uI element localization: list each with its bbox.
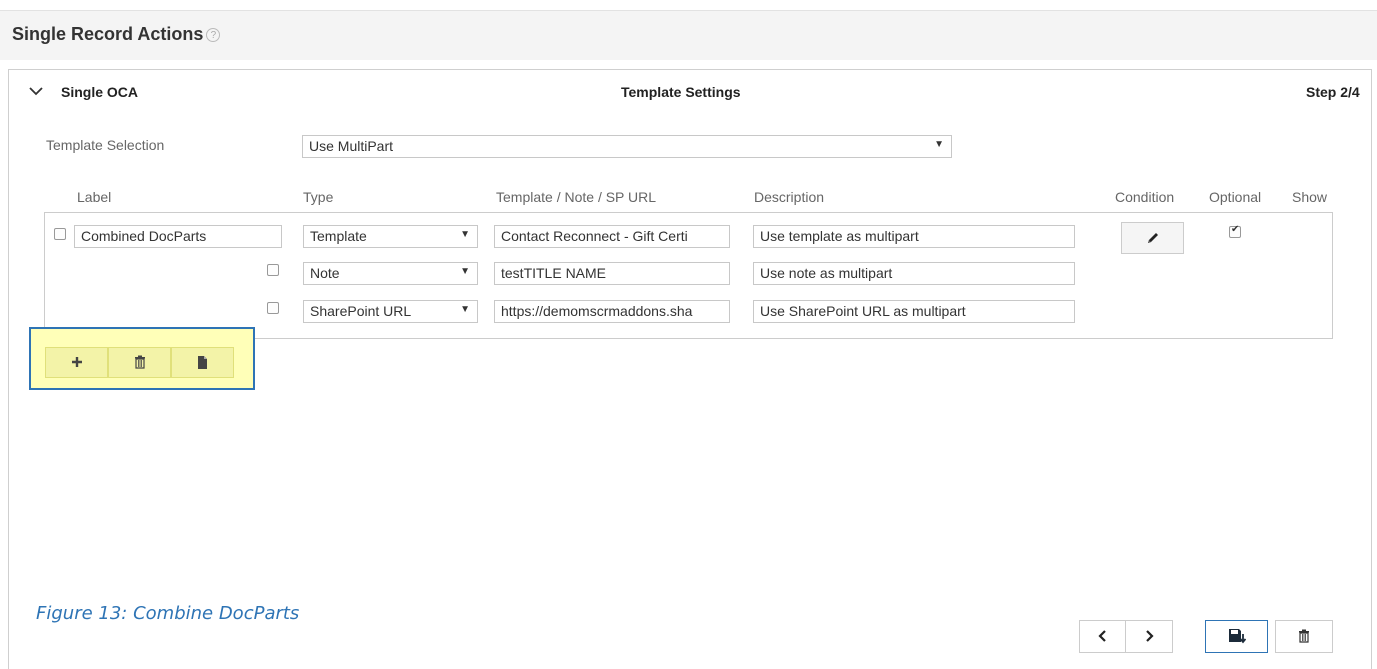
type-select[interactable]: Note ▼ — [303, 262, 478, 285]
template-selection-value: Use MultiPart — [309, 138, 394, 154]
chevron-down-icon[interactable] — [29, 83, 43, 99]
trash-icon — [1299, 629, 1309, 643]
save-icon — [1228, 629, 1246, 644]
template-selection-select[interactable]: Use MultiPart ▼ — [302, 135, 952, 158]
dropdown-arrow-icon: ▼ — [460, 266, 470, 277]
next-button[interactable] — [1126, 620, 1173, 653]
chevron-right-icon — [1145, 630, 1154, 642]
template-selection-label: Template Selection — [46, 137, 165, 153]
col-condition: Condition — [1115, 189, 1175, 205]
description-input[interactable]: Use template as multipart — [753, 225, 1075, 248]
delete-action-button[interactable] — [1275, 620, 1333, 653]
section-label: Single OCA — [61, 84, 139, 100]
docparts-group: Combined DocParts Template ▼ Note ▼ ShareP… — [44, 212, 1333, 339]
type-value: Note — [310, 265, 340, 281]
dropdown-arrow-icon: ▼ — [460, 304, 470, 315]
add-button[interactable] — [45, 347, 108, 378]
help-icon[interactable]: ? — [206, 28, 221, 42]
plus-icon — [71, 357, 82, 367]
row-checkbox[interactable] — [267, 264, 279, 276]
type-value: SharePoint URL — [310, 303, 412, 319]
type-select[interactable]: Template ▼ — [303, 225, 478, 248]
edit-condition-button[interactable] — [1121, 222, 1184, 254]
url-input[interactable]: https://demomscrmaddons.sha — [494, 300, 730, 323]
highlighted-toolbar — [29, 327, 255, 390]
optional-checkbox[interactable] — [1229, 224, 1241, 238]
previous-button[interactable] — [1079, 620, 1126, 653]
description-input[interactable]: Use SharePoint URL as multipart — [753, 300, 1075, 323]
col-optional: Optional — [1209, 189, 1262, 205]
col-label: Label — [77, 189, 112, 205]
header-bar: Single Record Actions? — [0, 10, 1377, 60]
document-button[interactable] — [171, 347, 234, 378]
chevron-left-icon — [1098, 630, 1106, 642]
col-url: Template / Note / SP URL — [496, 189, 657, 205]
description-input[interactable]: Use note as multipart — [753, 262, 1075, 285]
figure-caption: Figure 13: Combine DocParts — [36, 603, 300, 624]
document-icon — [198, 356, 207, 369]
url-input[interactable]: Contact Reconnect - Gift Certi — [494, 225, 730, 248]
dropdown-arrow-icon: ▼ — [934, 139, 944, 150]
group-label-input[interactable]: Combined DocParts — [74, 225, 282, 248]
step-indicator: Step 2/4 — [1306, 84, 1360, 100]
col-type: Type — [303, 189, 334, 205]
settings-title: Template Settings — [621, 84, 741, 100]
type-select[interactable]: SharePoint URL ▼ — [303, 300, 478, 323]
trash-icon — [134, 355, 145, 369]
col-show: Show — [1292, 189, 1328, 205]
group-checkbox[interactable] — [54, 228, 66, 240]
url-input[interactable]: testTITLE NAME — [494, 262, 730, 285]
type-value: Template — [310, 228, 367, 244]
pencil-icon — [1147, 233, 1158, 243]
page-title: Single Record Actions? — [12, 24, 221, 45]
row-checkbox[interactable] — [267, 302, 279, 314]
col-description: Description — [754, 189, 825, 205]
save-button[interactable] — [1205, 620, 1268, 653]
dropdown-arrow-icon: ▼ — [460, 229, 470, 240]
delete-button[interactable] — [108, 347, 171, 378]
